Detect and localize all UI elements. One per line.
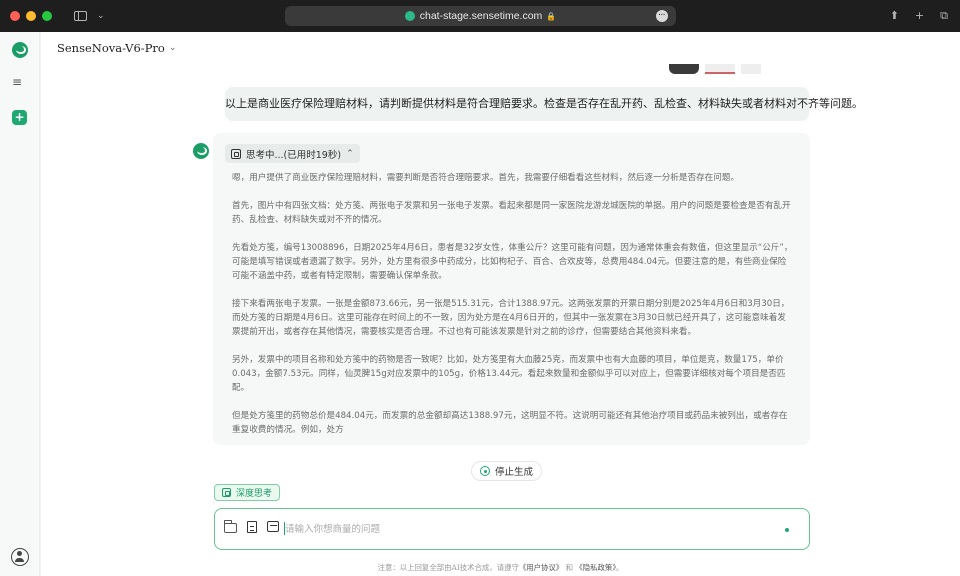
browser-toolbar: ⌄ chat-stage.sensetime.com 🔒 ··· ⬆ + ⧉ [0, 0, 960, 32]
zoom-window-button[interactable] [42, 11, 52, 21]
message-input[interactable] [285, 519, 755, 539]
thinking-label: 思考中...(已用时19秒) [246, 149, 342, 161]
app-logo-icon[interactable] [12, 42, 28, 58]
deep-think-icon [222, 488, 231, 497]
chat-main: SenseNova-V6-Pro ⌄ 以上是商业医疗保险理赔材料，请判断提供材料… [41, 32, 960, 576]
lock-icon: 🔒 [546, 11, 557, 21]
share-icon[interactable]: ⬆ [890, 9, 899, 23]
user-avatar-icon[interactable] [11, 548, 29, 566]
thinking-paragraph: 嗯，用户提供了商业医疗保险理赔材料，需要判断是否符合理赔要求。首先，我需要仔细看… [232, 173, 740, 183]
page-menu-icon[interactable]: ··· [656, 10, 668, 22]
thinking-paragraph: 首先，图片中有四张文档：处方笺、两张电子发票和另一张电子发票。看起来都是同一家医… [232, 201, 791, 225]
document-upload-icon[interactable] [247, 521, 257, 533]
thinking-icon [231, 148, 241, 159]
user-message: 以上是商业医疗保险理赔材料，请判断提供材料是符合理赔要求。检查是否存在乱开药、乱… [225, 87, 863, 121]
site-icon [404, 11, 415, 21]
image-thumbnail[interactable] [741, 64, 761, 74]
thinking-paragraph: 但是处方笺里的药物总价是484.04元，而发票的总金额却高达1388.97元，这… [232, 411, 788, 435]
assistant-message: 思考中...(已用时19秒) ⌃ 嗯，用户提供了商业医疗保险理赔材料，需要判断是… [213, 133, 810, 445]
disclaimer-suffix: 。 [616, 563, 624, 572]
thinking-paragraph: 另外，发票中的项目名称和处方笺中的药物是否一致呢？比如，处方笺里有大血藤25克，… [232, 355, 786, 393]
stop-generating-button[interactable]: 停止生成 [471, 461, 543, 481]
browser-actions: ⬆ + ⧉ [890, 9, 948, 23]
folder-icon[interactable] [224, 520, 237, 533]
address-bar[interactable]: chat-stage.sensetime.com 🔒 ··· [285, 6, 676, 26]
url-text: chat-stage.sensetime.com [419, 10, 543, 22]
stop-label: 停止生成 [495, 467, 534, 478]
image-thumbnail[interactable] [669, 64, 699, 74]
disclaimer-text: 注意：以上回复全部由AI技术合成，请遵守 [377, 563, 519, 572]
model-name: SenseNova-V6-Pro [57, 41, 165, 55]
close-window-button[interactable] [10, 11, 20, 21]
history-list-icon[interactable]: ≡ [12, 76, 27, 88]
attached-images [669, 64, 761, 74]
image-upload-icon[interactable] [267, 521, 279, 532]
stop-icon [480, 466, 490, 476]
thinking-content: 嗯，用户提供了商业医疗保险理赔材料，需要判断是否符合理赔要求。首先，我需要仔细看… [232, 171, 794, 451]
message-composer [214, 508, 810, 550]
chevron-down-icon: ⌄ [168, 43, 177, 53]
assistant-avatar-icon [193, 143, 209, 159]
minimize-window-button[interactable] [26, 11, 36, 21]
deep-think-toggle[interactable]: 深度思考 [214, 484, 281, 501]
disclaimer-and: 和 [565, 563, 573, 572]
tab-group-chevron-icon[interactable]: ⌄ [97, 11, 105, 21]
thinking-toggle[interactable]: 思考中...(已用时19秒) ⌃ [225, 144, 360, 163]
thinking-paragraph: 先看处方笺，编号13008896，日期2025年4月6日，患者是32岁女性，体重… [232, 243, 793, 281]
sidebar-toggle-icon[interactable] [74, 11, 87, 21]
new-chat-button[interactable]: + [12, 110, 27, 125]
footer-disclaimer: 注意：以上回复全部由AI技术合成，请遵守《用户协议》 和 《隐私政策》。 [41, 562, 960, 573]
user-agreement-link[interactable]: 《用户协议》 [519, 563, 563, 572]
tab-overview-icon[interactable]: ⧉ [940, 9, 948, 23]
window-controls [10, 11, 52, 21]
thinking-paragraph: 接下来看两张电子发票。一张是金额873.66元，另一张是515.31元，合计13… [232, 299, 790, 337]
send-status-icon[interactable] [785, 528, 789, 532]
composer-tools [224, 520, 279, 533]
new-tab-icon[interactable]: + [915, 9, 924, 23]
model-selector[interactable]: SenseNova-V6-Pro ⌄ [57, 41, 176, 55]
chevron-up-icon: ⌃ [346, 148, 354, 159]
image-thumbnail[interactable] [705, 64, 735, 74]
privacy-policy-link[interactable]: 《隐私政策》 [575, 563, 616, 572]
left-sidebar: ≡ + [0, 32, 40, 576]
deep-think-label: 深度思考 [236, 489, 273, 499]
